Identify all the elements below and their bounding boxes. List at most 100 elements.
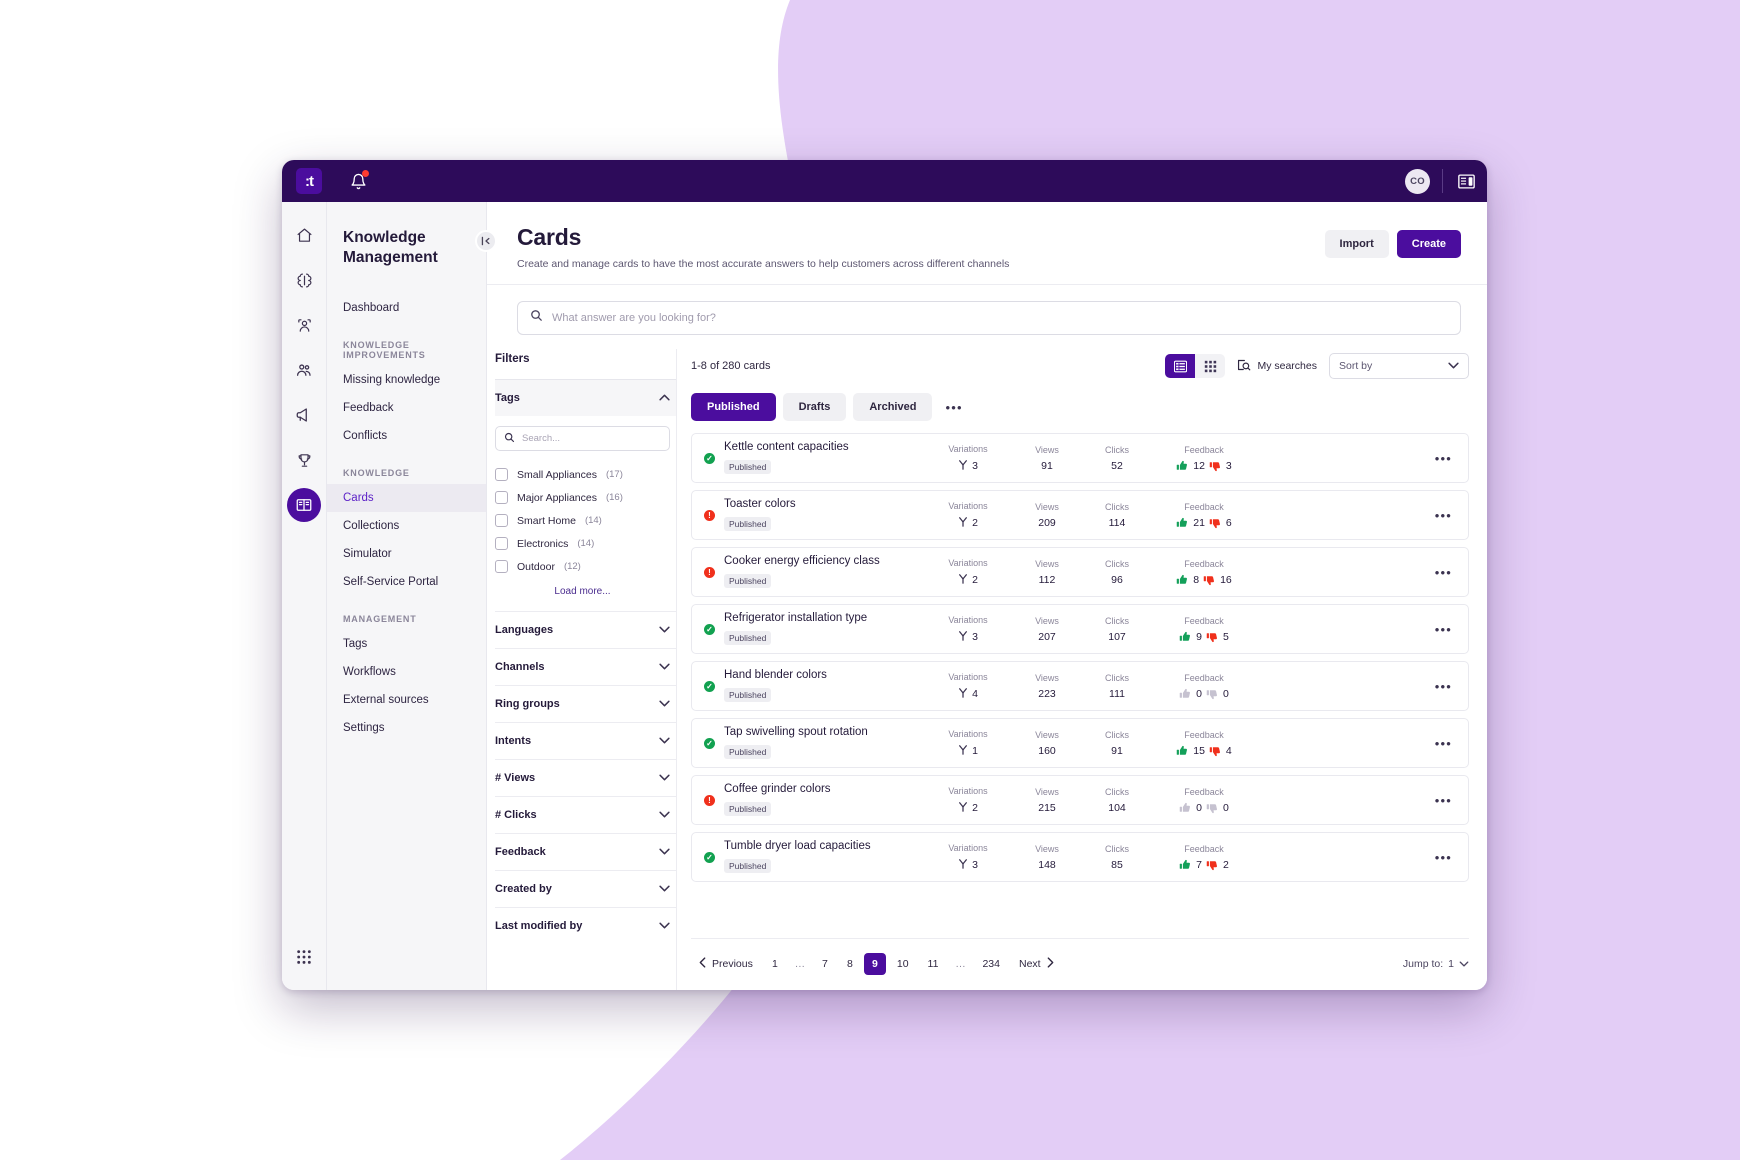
table-row[interactable]: ! Toaster colors Published Variations 2: [691, 490, 1469, 540]
sidebar-item-feedback[interactable]: Feedback: [327, 394, 486, 422]
table-row[interactable]: ✓ Refrigerator installation type Publish…: [691, 604, 1469, 654]
thumbs-up-icon: [1179, 631, 1191, 641]
agent-icon[interactable]: [287, 308, 321, 342]
facet-clicks[interactable]: # Clicks: [495, 796, 676, 833]
page-10[interactable]: 10: [889, 953, 917, 975]
table-row[interactable]: ✓ Tap swivelling spout rotation Publishe…: [691, 718, 1469, 768]
previous-page-button[interactable]: Previous: [691, 952, 761, 976]
table-row[interactable]: ✓ Hand blender colors Published Variatio…: [691, 661, 1469, 711]
row-overflow-menu-icon[interactable]: •••: [1429, 679, 1458, 694]
facet-channels[interactable]: Channels: [495, 648, 676, 685]
facet-created-by[interactable]: Created by: [495, 870, 676, 907]
row-overflow-menu-icon[interactable]: •••: [1429, 793, 1458, 808]
row-overflow-menu-icon[interactable]: •••: [1429, 736, 1458, 751]
thumbs-down-count: 0: [1223, 687, 1229, 700]
people-icon[interactable]: [287, 353, 321, 387]
page-7[interactable]: 7: [814, 953, 836, 975]
sidebar-item-settings[interactable]: Settings: [327, 714, 486, 742]
megaphone-icon[interactable]: [287, 398, 321, 432]
metric-value: 85: [1111, 858, 1123, 871]
metric-value: 91: [1041, 459, 1053, 472]
jump-to-select[interactable]: Jump to: 1: [1403, 958, 1469, 970]
metric-label: Variations: [948, 500, 988, 511]
table-row[interactable]: ! Coffee grinder colors Published Variat…: [691, 775, 1469, 825]
row-overflow-menu-icon[interactable]: •••: [1429, 451, 1458, 466]
previous-label: Previous: [712, 958, 753, 970]
collapse-sidebar-button[interactable]: [475, 230, 497, 252]
grid-view-icon[interactable]: [1195, 354, 1225, 378]
avatar[interactable]: CO: [1405, 168, 1430, 194]
sidebar-item-dashboard[interactable]: Dashboard: [327, 294, 486, 322]
sidebar-item-workflows[interactable]: Workflows: [327, 658, 486, 686]
tags-search-input[interactable]: [522, 433, 661, 444]
table-row[interactable]: ✓ Kettle content capacities Published Va…: [691, 433, 1469, 483]
brain-icon[interactable]: [287, 263, 321, 297]
tab-archived[interactable]: Archived: [853, 393, 933, 421]
sidebar-item-conflicts[interactable]: Conflicts: [327, 422, 486, 450]
checkbox[interactable]: [495, 468, 508, 481]
table-row[interactable]: ! Cooker energy efficiency class Publish…: [691, 547, 1469, 597]
metric-value: 148: [1038, 858, 1056, 871]
tag-count: (17): [605, 469, 623, 480]
panel-layout-icon[interactable]: [1455, 170, 1477, 192]
metric-label: Variations: [948, 785, 988, 796]
sidebar-item-missing-knowledge[interactable]: Missing knowledge: [327, 366, 486, 394]
checkbox[interactable]: [495, 514, 508, 527]
page-234[interactable]: 234: [974, 953, 1008, 975]
tag-count: (14): [584, 515, 602, 526]
table-row[interactable]: ✓ Tumble dryer load capacities Published…: [691, 832, 1469, 882]
sidebar-item-tags[interactable]: Tags: [327, 630, 486, 658]
my-searches-button[interactable]: My searches: [1237, 358, 1317, 375]
facet-tags-header[interactable]: Tags: [495, 379, 676, 416]
tag-option-electronics[interactable]: Electronics (14): [495, 532, 670, 555]
book-icon[interactable]: [287, 488, 321, 522]
next-page-button[interactable]: Next: [1011, 952, 1062, 976]
search-box[interactable]: [517, 301, 1461, 335]
sidebar-item-simulator[interactable]: Simulator: [327, 540, 486, 568]
sidebar-item-cards[interactable]: Cards: [327, 483, 486, 512]
facet-languages[interactable]: Languages: [495, 611, 676, 648]
facet-views[interactable]: # Views: [495, 759, 676, 796]
status-warning-icon: !: [704, 509, 715, 521]
thumbs-down-group: 4: [1209, 745, 1232, 757]
checkbox[interactable]: [495, 537, 508, 550]
row-overflow-menu-icon[interactable]: •••: [1429, 565, 1458, 580]
import-button[interactable]: Import: [1324, 230, 1389, 258]
facet-ring-groups[interactable]: Ring groups: [495, 685, 676, 722]
page-1[interactable]: 1: [764, 953, 786, 975]
facet-feedback[interactable]: Feedback: [495, 833, 676, 870]
notification-badge-dot: [362, 170, 369, 177]
create-button[interactable]: Create: [1396, 230, 1461, 258]
page-8[interactable]: 8: [839, 953, 861, 975]
checkbox[interactable]: [495, 560, 508, 573]
row-overflow-menu-icon[interactable]: •••: [1429, 622, 1458, 637]
row-overflow-menu-icon[interactable]: •••: [1429, 508, 1458, 523]
tab-drafts[interactable]: Drafts: [782, 393, 847, 421]
search-input[interactable]: [552, 312, 1448, 324]
checkbox[interactable]: [495, 491, 508, 504]
facet-last-modified-by[interactable]: Last modified by: [495, 907, 676, 944]
facet-intents[interactable]: Intents: [495, 722, 676, 759]
notifications-bell-icon[interactable]: [348, 170, 369, 191]
sort-by-select[interactable]: Sort by: [1329, 353, 1469, 379]
app-logo[interactable]: :t: [296, 168, 322, 194]
tags-search-box[interactable]: [495, 426, 670, 451]
tag-option-small-appliances[interactable]: Small Appliances (17): [495, 463, 670, 486]
tag-option-major-appliances[interactable]: Major Appliances (16): [495, 486, 670, 509]
sidebar-item-external-sources[interactable]: External sources: [327, 686, 486, 714]
tabs-overflow-menu-icon[interactable]: •••: [939, 400, 968, 415]
list-view-icon[interactable]: [1165, 354, 1196, 378]
page-11[interactable]: 11: [920, 953, 947, 975]
tab-published[interactable]: Published: [691, 393, 776, 421]
home-icon[interactable]: [287, 218, 321, 252]
feedback-values: 12 3: [1152, 460, 1256, 472]
sidebar-item-collections[interactable]: Collections: [327, 512, 486, 540]
tag-option-smart-home[interactable]: Smart Home (14): [495, 509, 670, 532]
sidebar-item-self-service-portal[interactable]: Self-Service Portal: [327, 568, 486, 596]
load-more-tags-link[interactable]: Load more...: [495, 578, 670, 599]
tag-option-outdoor[interactable]: Outdoor (12): [495, 555, 670, 578]
page-9[interactable]: 9: [863, 953, 886, 975]
row-overflow-menu-icon[interactable]: •••: [1429, 850, 1458, 865]
trophy-icon[interactable]: [287, 443, 321, 477]
apps-grid-icon[interactable]: [287, 940, 321, 974]
